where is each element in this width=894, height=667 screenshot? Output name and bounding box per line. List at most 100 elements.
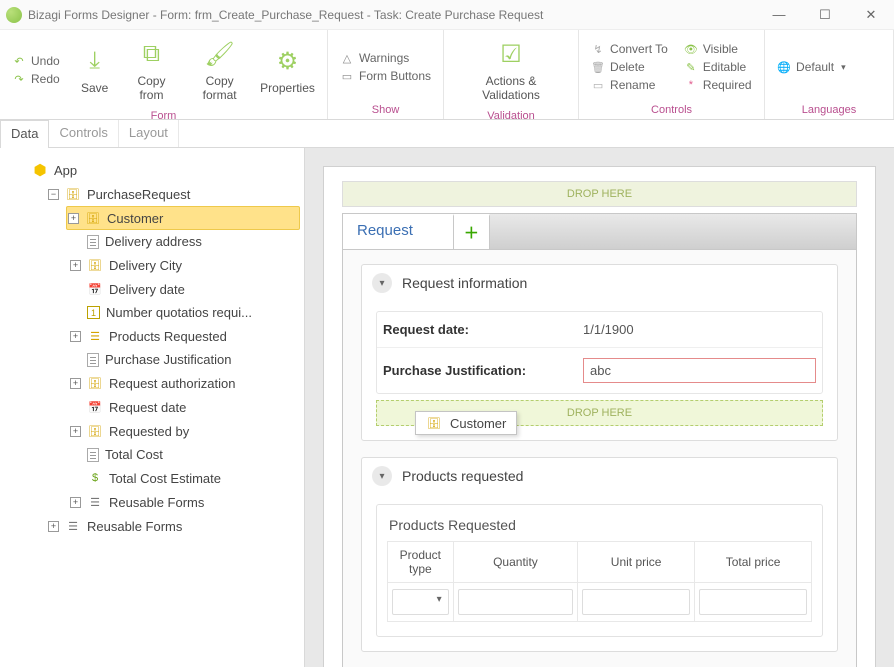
delete-button[interactable]: 🗑Delete — [587, 59, 672, 75]
form-canvas-scroll[interactable]: DROP HERE Request ＋ ▾Request information… — [305, 148, 894, 667]
product-type-select[interactable] — [392, 589, 449, 615]
expand-icon[interactable]: + — [48, 521, 59, 532]
tree-entity-label: PurchaseRequest — [87, 187, 190, 202]
redo-icon: ↷ — [12, 72, 26, 86]
tree-item[interactable]: 📅Delivery date — [4, 277, 300, 301]
warnings-button[interactable]: △Warnings — [336, 50, 435, 66]
hex-icon: ⬢ — [32, 162, 48, 178]
drop-zone-active[interactable]: DROP HERE 🗄 Customer — [376, 400, 823, 426]
check-icon: ☑ — [495, 38, 527, 70]
tree-item[interactable]: 1 Number quotatios requi... — [4, 301, 300, 324]
tree-reusable-forms[interactable]: +☰Reusable Forms — [4, 514, 300, 538]
drop-zone-top[interactable]: DROP HERE — [342, 181, 857, 207]
tab-data[interactable]: Data — [0, 120, 49, 148]
expand-icon[interactable]: + — [70, 426, 81, 437]
tree-app[interactable]: ⬢App — [4, 158, 300, 182]
required-icon: * — [684, 78, 698, 92]
minimize-button[interactable]: — — [756, 0, 802, 30]
form-buttons-label: Form Buttons — [359, 69, 431, 83]
unit-price-input[interactable] — [582, 589, 690, 615]
tree-item[interactable]: Purchase Justification — [4, 348, 300, 371]
warning-icon: △ — [340, 51, 354, 65]
products-table-container: Products Requested Product type Quantity… — [376, 504, 823, 637]
tree-item-customer[interactable]: +🗄Customer — [66, 206, 300, 230]
number-icon: 1 — [87, 306, 100, 319]
form-buttons-button[interactable]: ▭Form Buttons — [336, 68, 435, 84]
maximize-button[interactable]: ☐ — [802, 0, 848, 30]
tree-item-label: Request authorization — [109, 376, 235, 391]
expand-icon[interactable]: + — [70, 331, 81, 342]
actions-validations-label: Actions & Validations — [458, 74, 564, 102]
tree-item[interactable]: +☰Products Requested — [4, 324, 300, 348]
currency-icon: $ — [87, 470, 103, 486]
tree-item[interactable]: +🗄Request authorization — [4, 371, 300, 395]
tree-item[interactable]: Total Cost — [4, 443, 300, 466]
form-canvas: DROP HERE Request ＋ ▾Request information… — [323, 166, 876, 667]
quantity-input[interactable] — [458, 589, 574, 615]
convert-to-label: Convert To — [610, 42, 668, 56]
tab-controls[interactable]: Controls — [49, 120, 118, 147]
expand-icon[interactable]: + — [68, 213, 79, 224]
total-price-input[interactable] — [699, 589, 807, 615]
close-button[interactable]: ✕ — [848, 0, 894, 30]
justification-input[interactable] — [583, 358, 816, 383]
visible-label: Visible — [703, 42, 738, 56]
collection-icon: ☰ — [87, 328, 103, 344]
data-tree: ⬢App −🗄 PurchaseRequest +🗄Customer Delive… — [0, 148, 305, 667]
required-button[interactable]: *Required — [680, 77, 756, 93]
tree-item[interactable]: Delivery address — [4, 230, 300, 253]
language-default-button[interactable]: 🌐Default▾ — [773, 59, 850, 75]
tree-item-label: Customer — [107, 211, 163, 226]
group-languages-label: Languages — [765, 104, 893, 119]
copy-format-button[interactable]: 🖌Copy format — [183, 34, 256, 106]
globe-icon: 🌐 — [777, 60, 791, 74]
expand-icon[interactable]: + — [70, 260, 81, 271]
save-label: Save — [81, 81, 108, 95]
tab-request[interactable]: Request — [343, 214, 454, 249]
actions-validations-button[interactable]: ☑ Actions & Validations — [452, 34, 570, 106]
panel-title: Products requested — [402, 468, 523, 484]
panel-products-header[interactable]: ▾Products requested — [362, 458, 837, 494]
copy-from-icon: ⧉ — [135, 38, 167, 70]
trash-icon: 🗑 — [591, 60, 605, 74]
tree-item[interactable]: +🗄Requested by — [4, 419, 300, 443]
expand-icon[interactable]: + — [70, 497, 81, 508]
collapse-icon[interactable]: − — [48, 189, 59, 200]
form-body: ▾Request information Request date: 1/1/1… — [342, 249, 857, 667]
tree-item[interactable]: +☰Reusable Forms — [4, 490, 300, 514]
tree-item[interactable]: $Total Cost Estimate — [4, 466, 300, 490]
field-request-date[interactable]: Request date: 1/1/1900 — [377, 312, 822, 347]
field-justification[interactable]: Purchase Justification: — [377, 347, 822, 393]
redo-button[interactable]: ↷Redo — [8, 71, 64, 87]
undo-button[interactable]: ↶Undo — [8, 53, 64, 69]
rename-button[interactable]: ▭Rename — [587, 77, 672, 93]
tab-layout[interactable]: Layout — [119, 120, 179, 147]
language-default-label: Default — [796, 60, 834, 74]
add-tab-button[interactable]: ＋ — [454, 214, 490, 249]
justification-label: Purchase Justification: — [383, 363, 583, 378]
entity-icon: 🗄 — [65, 186, 81, 202]
edit-icon: ✎ — [684, 60, 698, 74]
form-tabs: Request ＋ — [342, 213, 857, 249]
editable-button[interactable]: ✎Editable — [680, 59, 756, 75]
window-title: Bizagi Forms Designer - Form: frm_Create… — [28, 8, 756, 22]
ribbon: ↶Undo ↷Redo ⤓Save ⧉Copy from 🖌Copy forma… — [0, 30, 894, 120]
attr-icon — [87, 353, 99, 367]
convert-to-button[interactable]: ↯Convert To — [587, 41, 672, 57]
tree-entity[interactable]: −🗄 PurchaseRequest — [4, 182, 300, 206]
attr-icon — [87, 235, 99, 249]
expand-icon[interactable]: + — [70, 378, 81, 389]
tree-item[interactable]: +🗄Delivery City — [4, 253, 300, 277]
visible-button[interactable]: 👁 Visible — [680, 41, 756, 57]
products-table: Product type Quantity Unit price Total p… — [387, 541, 812, 622]
panel-request-info-header[interactable]: ▾Request information — [362, 265, 837, 301]
copy-from-button[interactable]: ⧉Copy from — [120, 34, 184, 106]
tree-item-label: Requested by — [109, 424, 189, 439]
tree-item[interactable]: 📅Request date — [4, 395, 300, 419]
save-button[interactable]: ⤓Save — [70, 41, 120, 99]
properties-button[interactable]: ⚙Properties — [256, 41, 319, 99]
table-row — [388, 583, 812, 622]
copy-format-label: Copy format — [189, 74, 250, 102]
tree-item-label: Number quotatios requi... — [106, 305, 252, 320]
eye-icon: 👁 — [684, 42, 698, 56]
